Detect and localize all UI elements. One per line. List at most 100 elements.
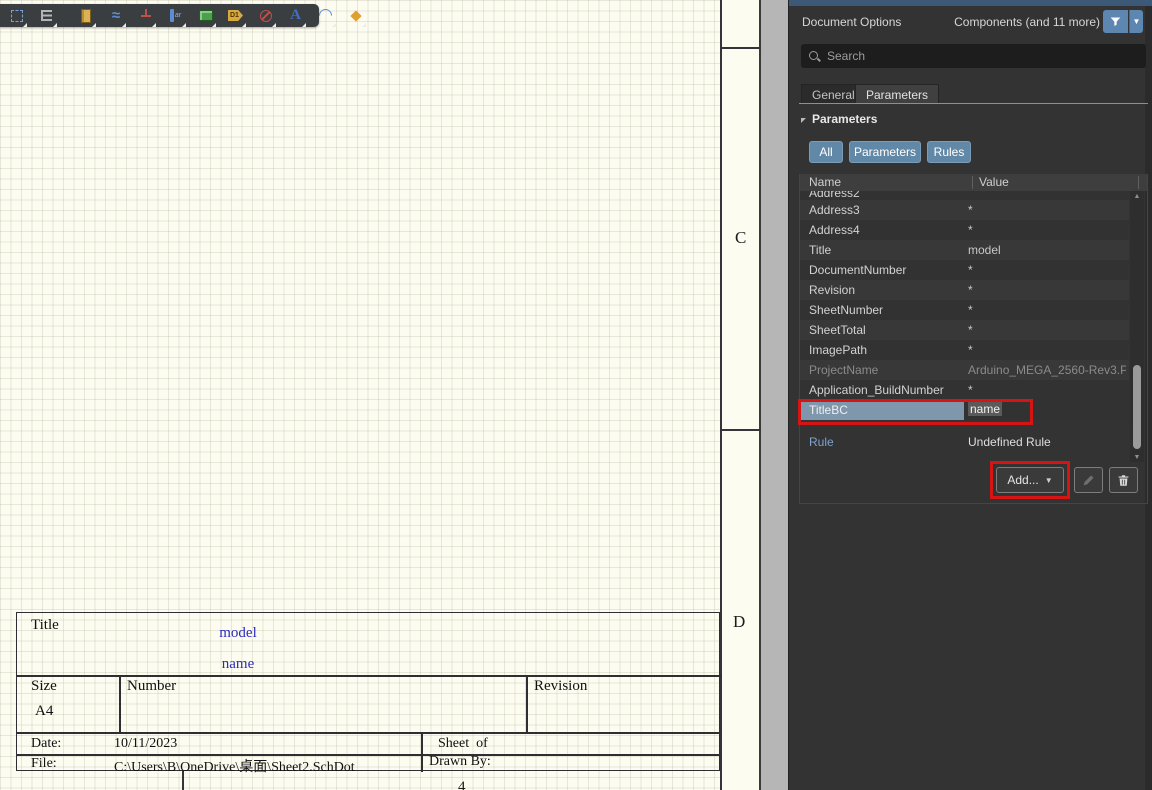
param-name[interactable]: Address3 xyxy=(809,203,860,217)
text-string-icon[interactable]: A xyxy=(285,6,306,27)
delete-button[interactable] xyxy=(1109,467,1138,493)
param-value[interactable]: * xyxy=(968,303,973,317)
date-value: 10/11/2023 xyxy=(114,736,178,751)
parameters-table: Address2 Address3 * Address4 * Title model Docu… xyxy=(800,191,1129,420)
zone-number-4: 4 xyxy=(458,779,466,790)
filter-button[interactable] xyxy=(1103,10,1128,33)
harness-connector-icon[interactable]: D1 xyxy=(225,6,246,27)
sheet-of-label: Sheet of xyxy=(438,736,488,751)
table-row[interactable]: Address2 xyxy=(800,191,1129,200)
param-name[interactable]: SheetNumber xyxy=(809,303,883,317)
param-name[interactable]: Address4 xyxy=(809,223,860,237)
param-value[interactable]: name xyxy=(968,402,1003,416)
filter-dropdown-button[interactable]: ▼ xyxy=(1129,10,1143,33)
filter-chip-all[interactable]: All xyxy=(809,141,843,163)
table-row[interactable]: Address3 * xyxy=(800,200,1129,220)
scroll-down-arrow[interactable]: ▼ xyxy=(1130,452,1144,462)
param-value[interactable]: * xyxy=(968,263,973,277)
param-name[interactable]: Address2 xyxy=(809,191,860,200)
table-row[interactable]: Title model xyxy=(800,240,1129,260)
parameters-section-header[interactable]: Parameters xyxy=(801,112,877,126)
collapse-icon xyxy=(801,117,806,123)
search-input[interactable]: Search xyxy=(801,44,1146,68)
table-row[interactable]: Revision * xyxy=(800,280,1129,300)
table-header[interactable]: Name Value xyxy=(800,174,1147,191)
drawn-by-label: Drawn By: xyxy=(429,754,491,769)
power-port-icon[interactable] xyxy=(135,6,156,27)
param-name[interactable]: Revision xyxy=(809,283,855,297)
param-name[interactable]: SheetTotal xyxy=(809,323,866,337)
table-row[interactable]: SheetNumber * xyxy=(800,300,1129,320)
rule-name[interactable]: Rule xyxy=(809,435,834,449)
arc-icon[interactable] xyxy=(315,6,336,27)
active-bar-toolbar: ≈ ar D1 A xyxy=(0,4,366,27)
title-block[interactable]: Title model name Size A4 Number Revision… xyxy=(16,612,721,775)
size-label: Size xyxy=(31,678,57,694)
table-row[interactable]: ImagePath * xyxy=(800,340,1129,360)
schematic-canvas[interactable]: C D 4 Title model name Size A4 Number Re… xyxy=(0,0,788,790)
param-value[interactable]: * xyxy=(968,323,973,337)
param-value-edit-field[interactable]: name xyxy=(968,402,1003,416)
table-row[interactable]: ProjectName Arduino_MEGA_2560-Rev3.Pr... xyxy=(800,360,1129,380)
title-block-line xyxy=(421,732,423,772)
table-row[interactable]: SheetTotal * xyxy=(800,320,1129,340)
param-name[interactable]: DocumentNumber xyxy=(809,263,906,277)
align-icon[interactable] xyxy=(36,6,57,27)
add-button[interactable]: Add... ▼ xyxy=(996,467,1064,493)
zone-divider-cd xyxy=(720,429,761,431)
wire-glyph: ≈ xyxy=(111,7,120,24)
sheet-inner-border xyxy=(720,0,722,790)
table-scrollbar[interactable]: ▲ ▼ xyxy=(1130,191,1144,462)
component-icon[interactable] xyxy=(75,6,96,27)
column-divider[interactable] xyxy=(1138,176,1139,189)
size-value: A4 xyxy=(35,703,54,719)
table-row[interactable]: Application_BuildNumber * xyxy=(800,380,1129,400)
param-value[interactable]: * xyxy=(968,383,973,397)
table-row[interactable]: DocumentNumber * xyxy=(800,260,1129,280)
probe-icon[interactable]: ar xyxy=(165,6,186,27)
pencil-icon xyxy=(1083,474,1094,485)
title-name-value[interactable]: name xyxy=(193,656,283,673)
scroll-up-arrow[interactable]: ▲ xyxy=(1130,191,1144,201)
wire-icon[interactable]: ≈ xyxy=(105,6,126,27)
param-name[interactable]: Application_BuildNumber xyxy=(809,383,944,397)
panel-scope-label[interactable]: Components (and 11 more) xyxy=(954,15,1100,29)
harness-connector-shape: D1 xyxy=(228,10,243,21)
tab-parameters[interactable]: Parameters xyxy=(855,84,940,104)
filter-chip-parameters[interactable]: Parameters xyxy=(849,141,921,163)
chevron-down-icon: ▼ xyxy=(1044,475,1053,485)
title-block-line xyxy=(526,675,528,732)
table-row[interactable]: Address4 * xyxy=(800,220,1129,240)
search-placeholder: Search xyxy=(827,49,866,63)
title-model-value[interactable]: model xyxy=(193,625,283,642)
param-value[interactable]: * xyxy=(968,223,973,237)
column-header-value[interactable]: Value xyxy=(979,175,1009,189)
rule-value[interactable]: Undefined Rule xyxy=(968,435,1051,449)
column-divider[interactable] xyxy=(972,176,973,189)
sheet-symbol-icon[interactable] xyxy=(195,6,216,27)
junction-icon[interactable] xyxy=(345,6,366,27)
schematic-sheet[interactable]: C D 4 Title model name Size A4 Number Re… xyxy=(0,0,761,790)
param-name[interactable]: Title xyxy=(809,243,831,257)
param-value[interactable]: model xyxy=(968,243,1001,257)
filter-chip-rules[interactable]: Rules xyxy=(927,141,971,163)
scrollbar-thumb[interactable] xyxy=(1133,365,1141,449)
param-value[interactable]: * xyxy=(968,343,973,357)
add-button-label: Add... xyxy=(1007,473,1039,487)
param-name[interactable]: ImagePath xyxy=(809,343,867,357)
no-erc-icon[interactable] xyxy=(255,6,276,27)
column-header-name[interactable]: Name xyxy=(809,175,841,189)
param-value[interactable]: * xyxy=(968,203,973,217)
param-value[interactable]: * xyxy=(968,283,973,297)
selection-rect-icon[interactable] xyxy=(6,6,27,27)
param-value[interactable]: Arduino_MEGA_2560-Rev3.Pr... xyxy=(968,363,1126,377)
title-block-line xyxy=(119,675,121,732)
zone-letter-c: C xyxy=(735,228,747,247)
table-row[interactable]: TitleBC name xyxy=(800,400,1129,420)
param-name[interactable]: TitleBC xyxy=(809,403,848,417)
param-name[interactable]: ProjectName xyxy=(809,363,878,377)
sheet-symbol-shape xyxy=(198,10,213,21)
edit-button[interactable] xyxy=(1074,467,1103,493)
application-window: C D 4 Title model name Size A4 Number Re… xyxy=(0,0,1152,790)
rule-row[interactable]: Rule Undefined Rule xyxy=(800,432,1129,452)
